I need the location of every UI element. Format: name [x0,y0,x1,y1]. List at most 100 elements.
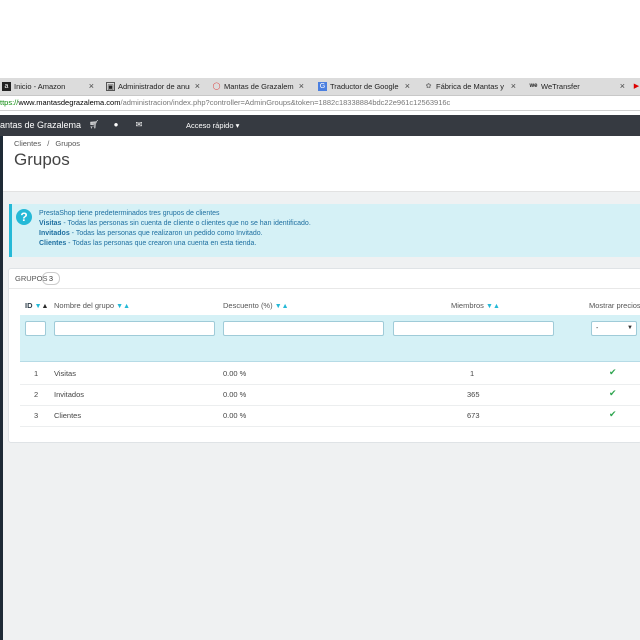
alert-line-clientes: Clientes - Todas las personas que crearo… [39,240,256,247]
sort-desc-icon[interactable]: ▼ [486,303,493,310]
close-icon[interactable]: × [195,78,200,95]
tab-factory[interactable]: ✿ Fábrica de Mantas y Bu × [422,78,522,95]
col-label: Descuento (%) [223,301,273,310]
check-icon[interactable]: ✔ [609,388,617,399]
tab-overflow[interactable]: ▶ [632,78,640,95]
alert-text: - Todas las personas que crearon una cue… [66,240,257,247]
filter-members-input[interactable] [393,321,554,336]
filter-show-prices-select[interactable]: - ▼ [591,321,637,336]
col-header-members[interactable]: Miembros ▼▲ [451,301,500,310]
cell-id: 2 [34,390,39,399]
panel-divider [9,288,640,289]
translate-icon: G [318,82,327,91]
alert-bold: Clientes [39,240,67,247]
tab-ad-manager[interactable]: ▣ Administrador de anun × [104,78,206,95]
filter-name-input[interactable] [54,321,215,336]
tab-title: Administrador de anun [118,82,190,91]
cell-name: Clientes [54,411,82,420]
sort-desc-icon[interactable]: ▼ [35,303,42,310]
cell-id: 1 [34,369,39,378]
sort-asc-icon[interactable]: ▲ [42,303,49,310]
col-label: Nombre del grupo [54,301,115,310]
sort-asc-icon[interactable]: ▲ [493,303,500,310]
col-header-id[interactable]: ID ▼▲ [25,301,48,310]
col-label: Miembros [451,301,484,310]
ad-manager-icon: ▣ [106,82,115,91]
close-icon[interactable]: × [89,78,94,95]
youtube-icon: ▶ [633,83,640,90]
alert-bold: Invitados [39,230,70,237]
breadcrumb-clientes[interactable]: Clientes [14,139,41,148]
factory-icon: ✿ [425,83,432,90]
select-value: - [596,325,599,332]
alert-title: PrestaShop tiene predeterminados tres gr… [39,210,220,217]
tab-mantas[interactable]: ◯ Mantas de Grazalema - × [210,78,310,95]
cell-discount: 0.00 % [223,369,247,378]
count-badge: 3 [42,272,60,285]
check-icon[interactable]: ✔ [609,367,617,378]
col-header-show-prices[interactable]: Mostrar precios [589,301,640,310]
cell-name: Visitas [54,369,76,378]
url-path: /administracion/index.php?controller=Adm… [120,98,451,107]
breadcrumb-sep: / [47,139,50,148]
admin-top-nav: antas de Grazalema 🛒︎ ● ✉ Acceso rápido … [0,115,640,136]
chevron-down-icon: ▼ [627,325,633,331]
page-header: Clientes / Grupos Grupos [3,136,640,192]
col-header-discount[interactable]: Descuento (%) ▼▲ [223,301,289,310]
url-domain: www.mantasdegrazalema.com [18,98,121,107]
cell-members: 1 [470,369,475,378]
cell-discount: 0.00 % [223,390,247,399]
table-row[interactable]: 2 Invitados 0.00 % 365 ✔ [20,384,640,406]
alert-bold: Visitas [39,220,62,227]
groups-panel: GRUPOS 3 ID ▼▲ Nombre del grupo ▼▲ Descu… [8,268,640,443]
info-alert: ? PrestaShop tiene predeterminados tres … [9,204,640,257]
close-icon[interactable]: × [405,78,410,95]
alert-line-visitas: Visitas - Todas las personas sin cuenta … [39,220,311,227]
tab-title: Fábrica de Mantas y Bu [436,82,506,91]
tab-translate[interactable]: G Traductor de Google × [316,78,416,95]
main-content: ? PrestaShop tiene predeterminados tres … [3,192,640,640]
cell-name: Invitados [54,390,85,399]
cell-members: 365 [467,390,480,399]
cell-discount: 0.00 % [223,411,247,420]
check-icon[interactable]: ✔ [609,409,617,420]
url-scheme: ttps:// [0,98,19,107]
filter-discount-input[interactable] [223,321,384,336]
tab-wetransfer[interactable]: we WeTransfer × [527,78,631,95]
tab-amazon[interactable]: a Inicio - Amazon × [0,78,100,95]
envelope-icon[interactable]: ✉ [134,120,144,130]
close-icon[interactable]: × [299,78,304,95]
page-title: Grupos [14,150,70,169]
col-label: ID [25,301,33,310]
tab-title: WeTransfer [541,82,580,91]
tab-title: Traductor de Google [330,82,399,91]
sort-desc-icon[interactable]: ▼ [275,303,282,310]
sort-asc-icon[interactable]: ▲ [282,303,289,310]
close-icon[interactable]: × [511,78,516,95]
question-icon: ? [16,209,32,225]
alert-text: - Todas las personas sin cuenta de clien… [61,220,311,227]
filter-id-input[interactable] [25,321,46,336]
shop-brand[interactable]: antas de Grazalema [0,115,81,136]
breadcrumb: Clientes / Grupos [14,139,80,148]
table-row[interactable]: 3 Clientes 0.00 % 673 ✔ [20,405,640,427]
tab-title: Inicio - Amazon [14,82,66,91]
cell-members: 673 [467,411,480,420]
wetransfer-icon: we [529,83,538,89]
opera-o-icon: ◯ [212,83,221,90]
col-header-name[interactable]: Nombre del grupo ▼▲ [54,301,130,310]
alert-text: - Todas las personas que realizaron un p… [69,230,263,237]
user-icon[interactable]: ● [111,120,121,130]
sort-asc-icon[interactable]: ▲ [123,303,130,310]
tab-title: Mantas de Grazalema - [224,82,294,91]
quick-access-menu[interactable]: Acceso rápido ▾ [186,115,239,136]
table-row[interactable]: 1 Visitas 0.00 % 1 ✔ [20,363,640,385]
filter-row: - ▼ [20,315,640,362]
breadcrumb-grupos: Grupos [55,139,80,148]
address-bar[interactable]: ttps://www.mantasdegrazalema.com/adminis… [0,96,640,111]
amazon-a-icon: a [2,82,11,91]
cart-icon[interactable]: 🛒︎ [89,120,99,130]
close-icon[interactable]: × [620,78,625,95]
tab-strip: a Inicio - Amazon × ▣ Administrador de a… [0,78,640,96]
alert-line-invitados: Invitados - Todas las personas que reali… [39,230,263,237]
